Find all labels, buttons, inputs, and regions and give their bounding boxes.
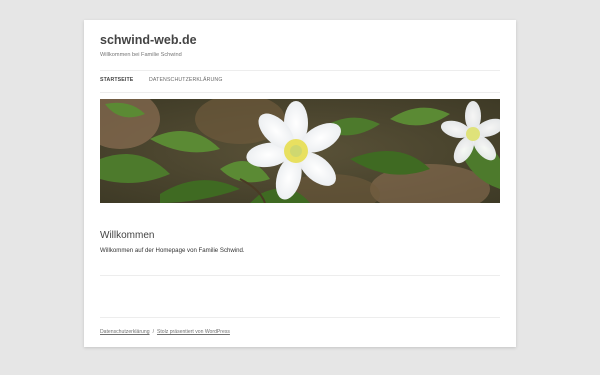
page-title: Willkommen xyxy=(100,229,155,241)
nav-item-startseite[interactable]: STARTSEITE xyxy=(100,77,133,83)
content-divider xyxy=(100,275,500,276)
main-navigation: STARTSEITE DATENSCHUTZERKLÄRUNG xyxy=(100,70,500,93)
footer-separator: / xyxy=(152,329,154,335)
anemone-flowers-photo xyxy=(100,99,500,203)
page-content-text: Willkommen auf der Homepage von Familie … xyxy=(100,247,245,254)
footer-privacy-link[interactable]: Datenschutzerklärung xyxy=(100,329,150,335)
site-title[interactable]: schwind-web.de xyxy=(100,33,197,47)
nav-item-datenschutz[interactable]: DATENSCHUTZERKLÄRUNG xyxy=(149,77,223,83)
site-description: Willkommen bei Familie Schwind xyxy=(100,52,182,58)
header-image xyxy=(100,99,500,203)
footer-divider xyxy=(100,317,500,318)
footer-wordpress-link[interactable]: Stolz präsentiert von WordPress xyxy=(157,329,230,335)
page-container: schwind-web.de Willkommen bei Familie Sc… xyxy=(84,20,516,347)
site-footer: Datenschutzerklärung / Stolz präsentiert v… xyxy=(100,329,230,335)
